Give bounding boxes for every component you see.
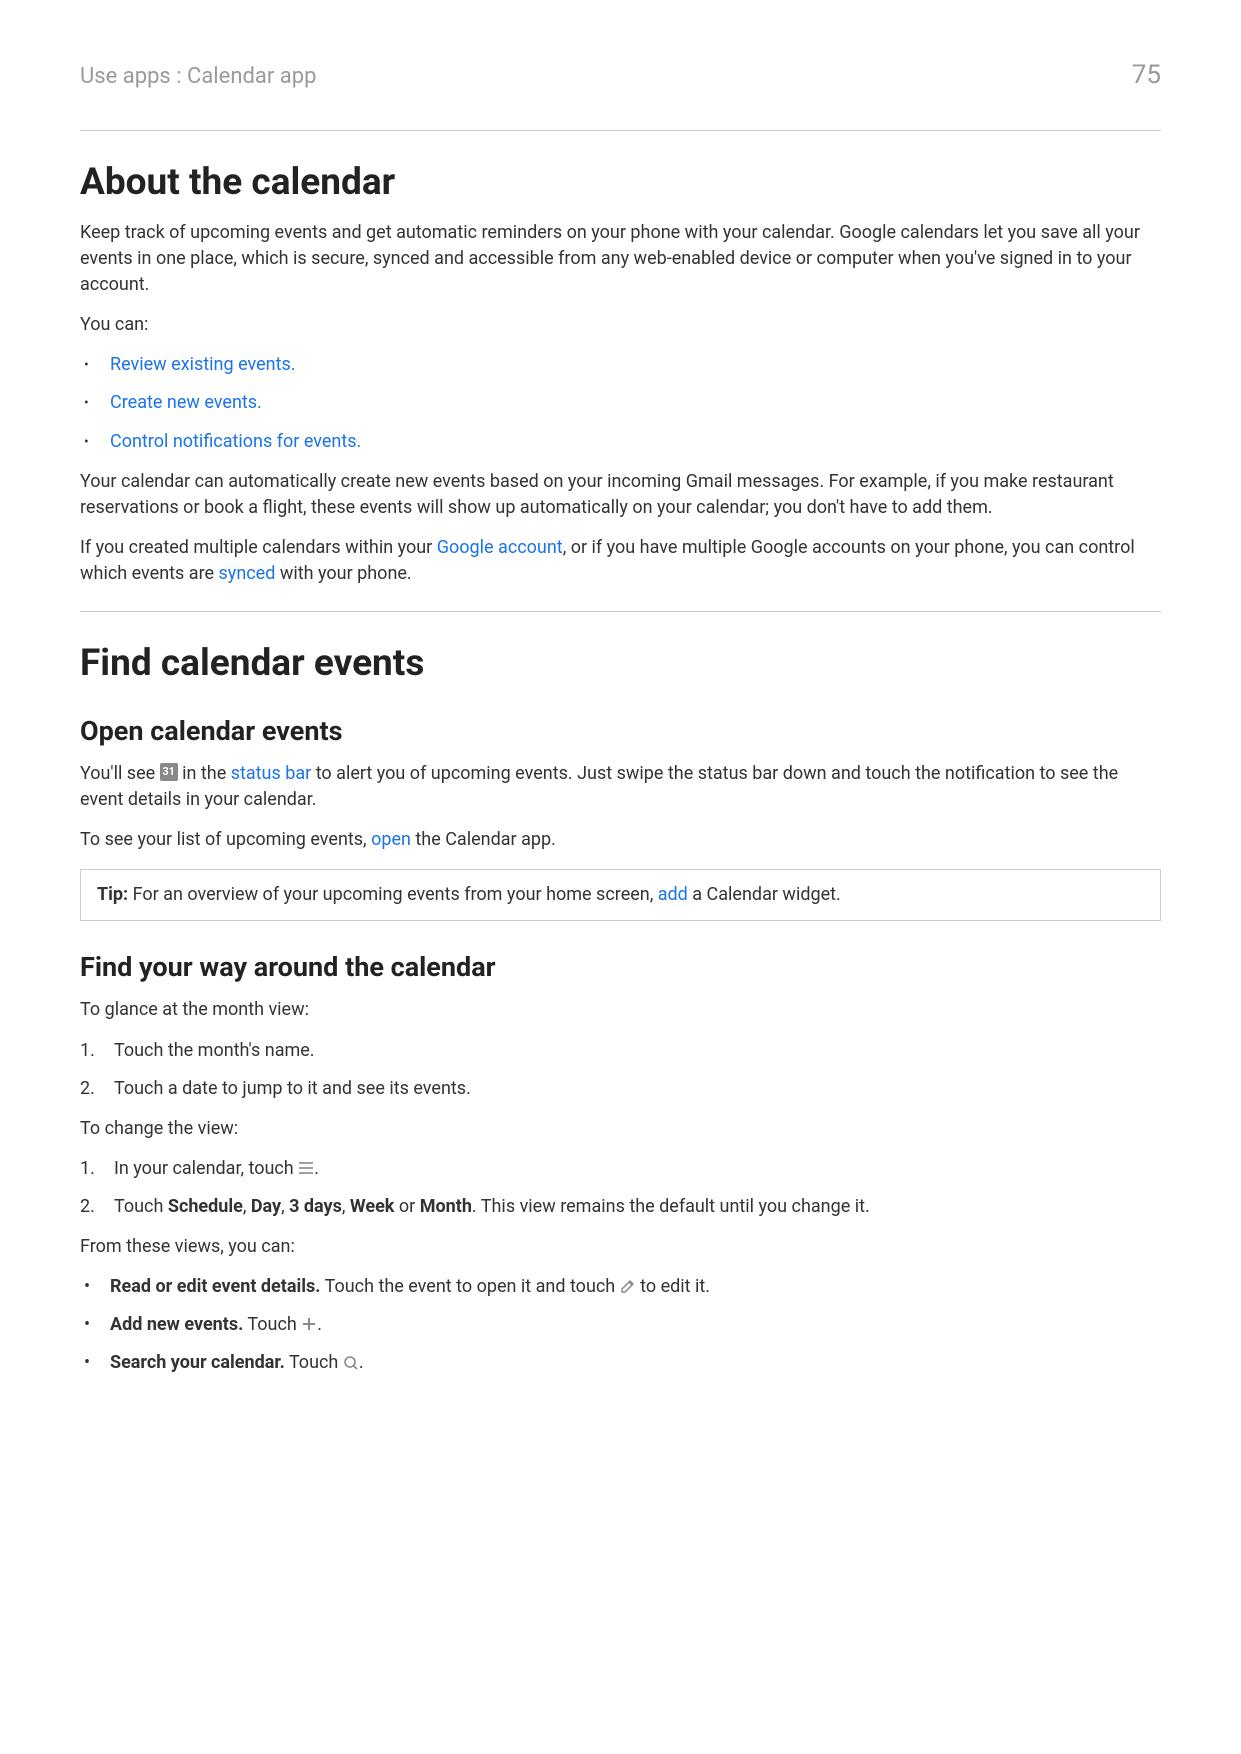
link-create-events[interactable]: Create new events. <box>110 392 262 413</box>
divider <box>80 130 1161 131</box>
open-events-p2: To see your list of upcoming events, ope… <box>80 827 1161 853</box>
text: . This view remains the default until yo… <box>472 1196 870 1217</box>
change-view-label: To change the view: <box>80 1116 1161 1142</box>
list-item: Touch a date to jump to it and see its e… <box>80 1076 1161 1102</box>
divider <box>80 611 1161 612</box>
text: Touch <box>285 1352 343 1373</box>
link-status-bar[interactable]: status bar <box>231 763 312 784</box>
intro-paragraph: Keep track of upcoming events and get au… <box>80 220 1161 298</box>
tip-box: Tip: For an overview of your upcoming ev… <box>80 869 1161 921</box>
link-open[interactable]: open <box>371 829 411 850</box>
auto-events-paragraph: Your calendar can automatically create n… <box>80 469 1161 521</box>
text: the Calendar app. <box>411 829 556 850</box>
text: in the <box>178 763 231 784</box>
text: For an overview of your upcoming events … <box>128 884 658 905</box>
search-icon <box>343 1355 359 1371</box>
list-item: Create new events. <box>80 390 1161 416</box>
text: Touch the event to open it and touch <box>320 1276 619 1297</box>
text: In your calendar, touch <box>114 1158 298 1179</box>
label-read-edit: Read or edit event details. <box>110 1276 320 1297</box>
link-google-account[interactable]: Google account <box>437 537 563 558</box>
list-item: Touch Schedule, Day, 3 days, Week or Mon… <box>80 1194 1161 1220</box>
text: Touch <box>243 1314 301 1335</box>
from-views-label: From these views, you can: <box>80 1234 1161 1260</box>
link-add-widget[interactable]: add <box>658 884 688 905</box>
section-title-about: About the calendar <box>80 161 1161 204</box>
link-control-notifications[interactable]: Control notifications for events. <box>110 431 361 452</box>
open-events-p1: You'll see 31 in the status bar to alert… <box>80 761 1161 813</box>
text: . <box>317 1314 322 1335</box>
list-item: Review existing events. <box>80 352 1161 378</box>
calendar-31-icon: 31 <box>160 763 178 781</box>
list-item: Add new events. Touch . <box>80 1312 1161 1338</box>
text: If you created multiple calendars within… <box>80 537 437 558</box>
page-header: Use apps : Calendar app 75 <box>80 60 1161 130</box>
text: Touch <box>114 1196 168 1217</box>
section-title-find: Find calendar events <box>80 642 1161 685</box>
pencil-edit-icon <box>620 1278 636 1294</box>
option-3days: 3 days <box>289 1196 342 1217</box>
text: a Calendar widget. <box>688 884 841 905</box>
option-month: Month <box>420 1196 472 1217</box>
text: . <box>359 1352 364 1373</box>
label-search-calendar: Search your calendar. <box>110 1352 285 1373</box>
text: with your phone. <box>275 563 411 584</box>
option-schedule: Schedule <box>168 1196 243 1217</box>
you-can-list: Review existing events. Create new event… <box>80 352 1161 454</box>
tip-label: Tip: <box>97 884 128 905</box>
multi-calendar-paragraph: If you created multiple calendars within… <box>80 535 1161 587</box>
page-number: 75 <box>1132 60 1161 90</box>
text: to edit it. <box>636 1276 710 1297</box>
text: You'll see <box>80 763 160 784</box>
list-item: Control notifications for events. <box>80 429 1161 455</box>
sub-title-find-way: Find your way around the calendar <box>80 951 1161 983</box>
change-view-steps: In your calendar, touch . Touch Schedule… <box>80 1156 1161 1220</box>
plus-add-icon <box>301 1316 317 1332</box>
text: To see your list of upcoming events, <box>80 829 371 850</box>
breadcrumb: Use apps : Calendar app <box>80 64 316 89</box>
glance-steps: Touch the month's name. Touch a date to … <box>80 1038 1161 1102</box>
list-item: Read or edit event details. Touch the ev… <box>80 1274 1161 1300</box>
hamburger-menu-icon <box>298 1162 314 1174</box>
list-item: In your calendar, touch . <box>80 1156 1161 1182</box>
option-day: Day <box>251 1196 281 1217</box>
from-views-list: Read or edit event details. Touch the ev… <box>80 1274 1161 1376</box>
text: . <box>314 1158 319 1179</box>
list-item: Touch the month's name. <box>80 1038 1161 1064</box>
link-synced[interactable]: synced <box>219 563 276 584</box>
glance-label: To glance at the month view: <box>80 997 1161 1023</box>
sub-title-open-events: Open calendar events <box>80 715 1161 747</box>
option-week: Week <box>350 1196 395 1217</box>
label-add-events: Add new events. <box>110 1314 243 1335</box>
list-item: Search your calendar. Touch . <box>80 1350 1161 1376</box>
document-page: Use apps : Calendar app 75 About the cal… <box>0 0 1241 1468</box>
link-review-events[interactable]: Review existing events. <box>110 354 296 375</box>
you-can-label: You can: <box>80 312 1161 338</box>
